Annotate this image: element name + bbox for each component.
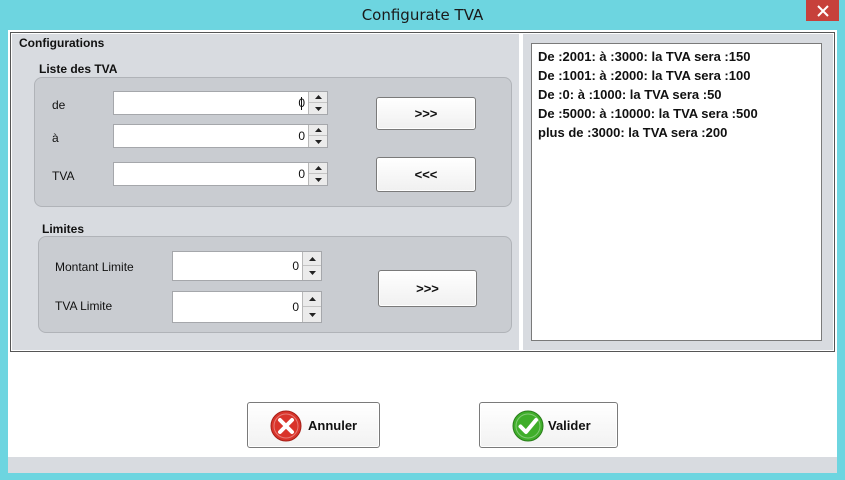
close-button[interactable] [806,0,839,21]
spin-down-icon[interactable] [309,174,327,185]
spin-up-icon[interactable] [303,252,321,266]
liste-des-tva-group: de 0 à 0 TVA [34,77,512,207]
limites-title: Limites [42,222,85,236]
de-spinner[interactable]: 0 [113,91,328,115]
tva-limite-spinner[interactable]: 0 [172,291,322,323]
tva-limite-label: TVA Limite [55,299,113,313]
de-spinner-arrows [308,92,327,114]
remove-tva-button[interactable]: <<< [376,157,476,192]
check-icon [512,410,544,442]
montant-limite-spinner[interactable]: 0 [172,251,322,281]
list-item[interactable]: De :0: à :1000: la TVA sera :50 [538,85,815,104]
list-item[interactable]: De :1001: à :2000: la TVA sera :100 [538,66,815,85]
validate-button[interactable]: Valider [479,402,618,448]
montant-limite-value: 0 [292,259,299,273]
cancel-icon [270,410,302,442]
configurations-title: Configurations [19,36,105,50]
a-label: à [52,131,59,145]
tva-list[interactable]: De :2001: à :3000: la TVA sera :150 De :… [531,43,822,341]
text-cursor [301,97,302,110]
tva-spinner-arrows [308,163,327,185]
a-value: 0 [298,129,305,143]
tva-spinner[interactable]: 0 [113,162,328,186]
spin-down-icon[interactable] [309,136,327,147]
spin-up-icon[interactable] [303,292,321,307]
window-title: Configurate TVA [361,6,484,24]
title-bar: Configurate TVA [0,0,845,30]
add-tva-button[interactable]: >>> [376,97,476,130]
montant-limite-label: Montant Limite [55,260,134,274]
status-strip [8,457,837,473]
tva-label: TVA [52,169,75,183]
a-spinner[interactable]: 0 [113,124,328,148]
de-label: de [52,98,66,112]
montant-spinner-arrows [302,252,321,280]
apply-limite-button[interactable]: >>> [378,270,477,307]
spin-down-icon[interactable] [303,307,321,322]
tva-list-area: De :2001: à :3000: la TVA sera :150 De :… [523,34,833,350]
tva-limite-value: 0 [292,300,299,314]
list-item[interactable]: De :5000: à :10000: la TVA sera :500 [538,104,815,123]
configurations-form: Configurations Liste des TVA de 0 à 0 [12,34,519,350]
configurations-panel: Configurations Liste des TVA de 0 à 0 [10,32,835,352]
spin-down-icon[interactable] [309,103,327,114]
cancel-label: Annuler [308,418,358,433]
spin-up-icon[interactable] [309,163,327,174]
tva-value: 0 [298,167,305,181]
a-spinner-arrows [308,125,327,147]
cancel-button[interactable]: Annuler [247,402,380,448]
list-item[interactable]: plus de :3000: la TVA sera :200 [538,123,815,142]
close-icon [816,4,829,17]
spin-up-icon[interactable] [309,92,327,103]
spin-down-icon[interactable] [303,266,321,280]
liste-des-tva-title: Liste des TVA [39,62,118,76]
spin-up-icon[interactable] [309,125,327,136]
dialog-client-area: Configurations Liste des TVA de 0 à 0 [8,30,837,473]
limites-group: Montant Limite 0 TVA Limite 0 >>> [38,236,512,333]
list-item[interactable]: De :2001: à :3000: la TVA sera :150 [538,47,815,66]
tva-limite-spinner-arrows [302,292,321,322]
validate-label: Valider [548,418,591,433]
